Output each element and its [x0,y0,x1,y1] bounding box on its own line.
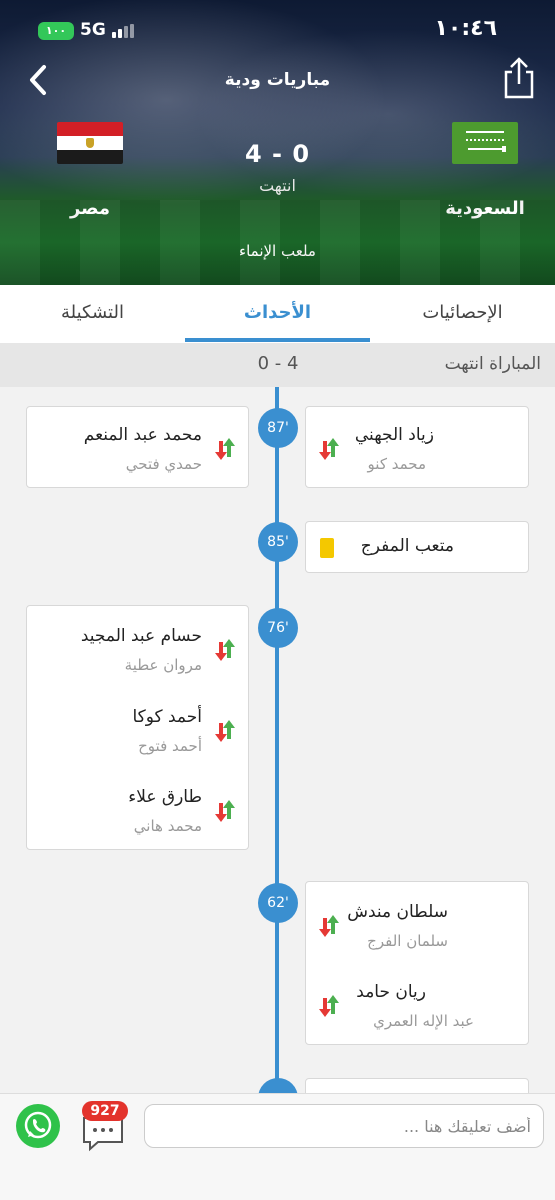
timeline-line [275,387,279,1097]
substitution-icon [319,995,339,1017]
substitution-icon [215,720,235,742]
battery-icon: ١٠٠ [38,22,74,40]
player-in: محمد عبد المنعم [83,425,202,445]
match-header: ١٠٠ 5G ١٠:٤٦ مباريات ودية السعودية مصر 4… [0,0,555,285]
substitution-card[interactable]: سلطان مندش سلمان الفرج ريان حامد عبد الإ… [305,881,529,1045]
comment-bar: 927 [0,1093,555,1200]
substitution-card[interactable]: زياد الجهني محمد كنو [305,406,529,488]
home-team[interactable]: السعودية [415,122,555,219]
match-finished-row: 0 - 4 المباراة انتهت [0,343,555,387]
substitution-icon [215,438,235,460]
away-team-name: مصر [69,198,111,219]
tab-bar: التشكيلة الأحداث الإحصائيات [0,285,555,343]
substitution-icon [319,438,339,460]
player-out: أحمد فتوح [138,737,202,755]
player-in: ريان حامد [356,982,426,1002]
player-in: أحمد كوكا [132,707,202,727]
player-in: زياد الجهني [354,425,434,445]
final-score: 0 - 4 [257,353,299,374]
minute-badge: 76' [258,608,298,648]
player-out: حمدي فتحي [125,455,202,473]
network-label: 5G [80,20,106,40]
player-out: مروان عطية [124,656,202,674]
substitution-item: أحمد كوكا أحمد فتوح [27,691,248,767]
substitution-item: زياد الجهني محمد كنو [306,409,528,485]
tab-statistics[interactable]: الإحصائيات [370,285,555,343]
share-button[interactable] [501,56,537,100]
substitution-icon [215,639,235,661]
stadium-name: ملعب الإنماء [239,242,316,260]
player-out: محمد هاني [133,817,202,835]
away-team[interactable]: مصر [20,122,160,219]
player-out: محمد كنو [367,455,426,473]
substitution-card[interactable]: محمد عبد المنعم حمدي فتحي [26,406,249,488]
substitution-icon [215,800,235,822]
match-status: انتهت [259,176,296,195]
substitution-item: حسام عبد المجيد مروان عطية [27,610,248,686]
player-out: سلمان الفرج [367,932,448,950]
tab-lineup[interactable]: التشكيلة [0,285,185,343]
minute-badge: 87' [258,408,298,448]
substitution-item: سلطان مندش سلمان الفرج [306,886,528,962]
whatsapp-button[interactable] [16,1104,60,1148]
substitution-icon [319,915,339,937]
yellow-card-event[interactable]: متعب المفرج [305,521,529,573]
comments-count-badge: 927 [82,1101,128,1121]
player-name: متعب المفرج [360,536,454,556]
player-in: حسام عبد المجيد [80,626,202,646]
substitution-item: محمد عبد المنعم حمدي فتحي [27,409,248,485]
substitution-item: ريان حامد عبد الإله العمري [306,966,528,1042]
player-out: عبد الإله العمري [373,1012,474,1030]
substitution-item: طارق علاء محمد هاني [27,771,248,847]
status-bar: ١٠٠ 5G ١٠:٤٦ [0,0,555,60]
tab-events[interactable]: الأحداث [185,285,370,343]
clock: ١٠:٤٦ [434,16,497,41]
player-in: سلطان مندش [347,902,448,922]
whatsapp-icon [24,1111,52,1139]
competition-title: مباريات ودية [224,70,331,90]
minute-badge: 85' [258,522,298,562]
yellow-card-icon [320,538,334,558]
comment-input[interactable] [144,1104,544,1148]
player-in: طارق علاء [128,787,202,807]
minute-badge: 62' [258,883,298,923]
substitution-card[interactable]: حسام عبد المجيد مروان عطية أحمد كوكا أحم… [26,605,249,850]
signal-icon [112,24,138,38]
match-score: 4 - 0 [244,140,311,168]
home-team-name: السعودية [445,198,525,219]
active-tab-indicator [185,338,370,342]
match-finished-label: المباراة انتهت [444,354,541,374]
share-icon [504,57,534,99]
